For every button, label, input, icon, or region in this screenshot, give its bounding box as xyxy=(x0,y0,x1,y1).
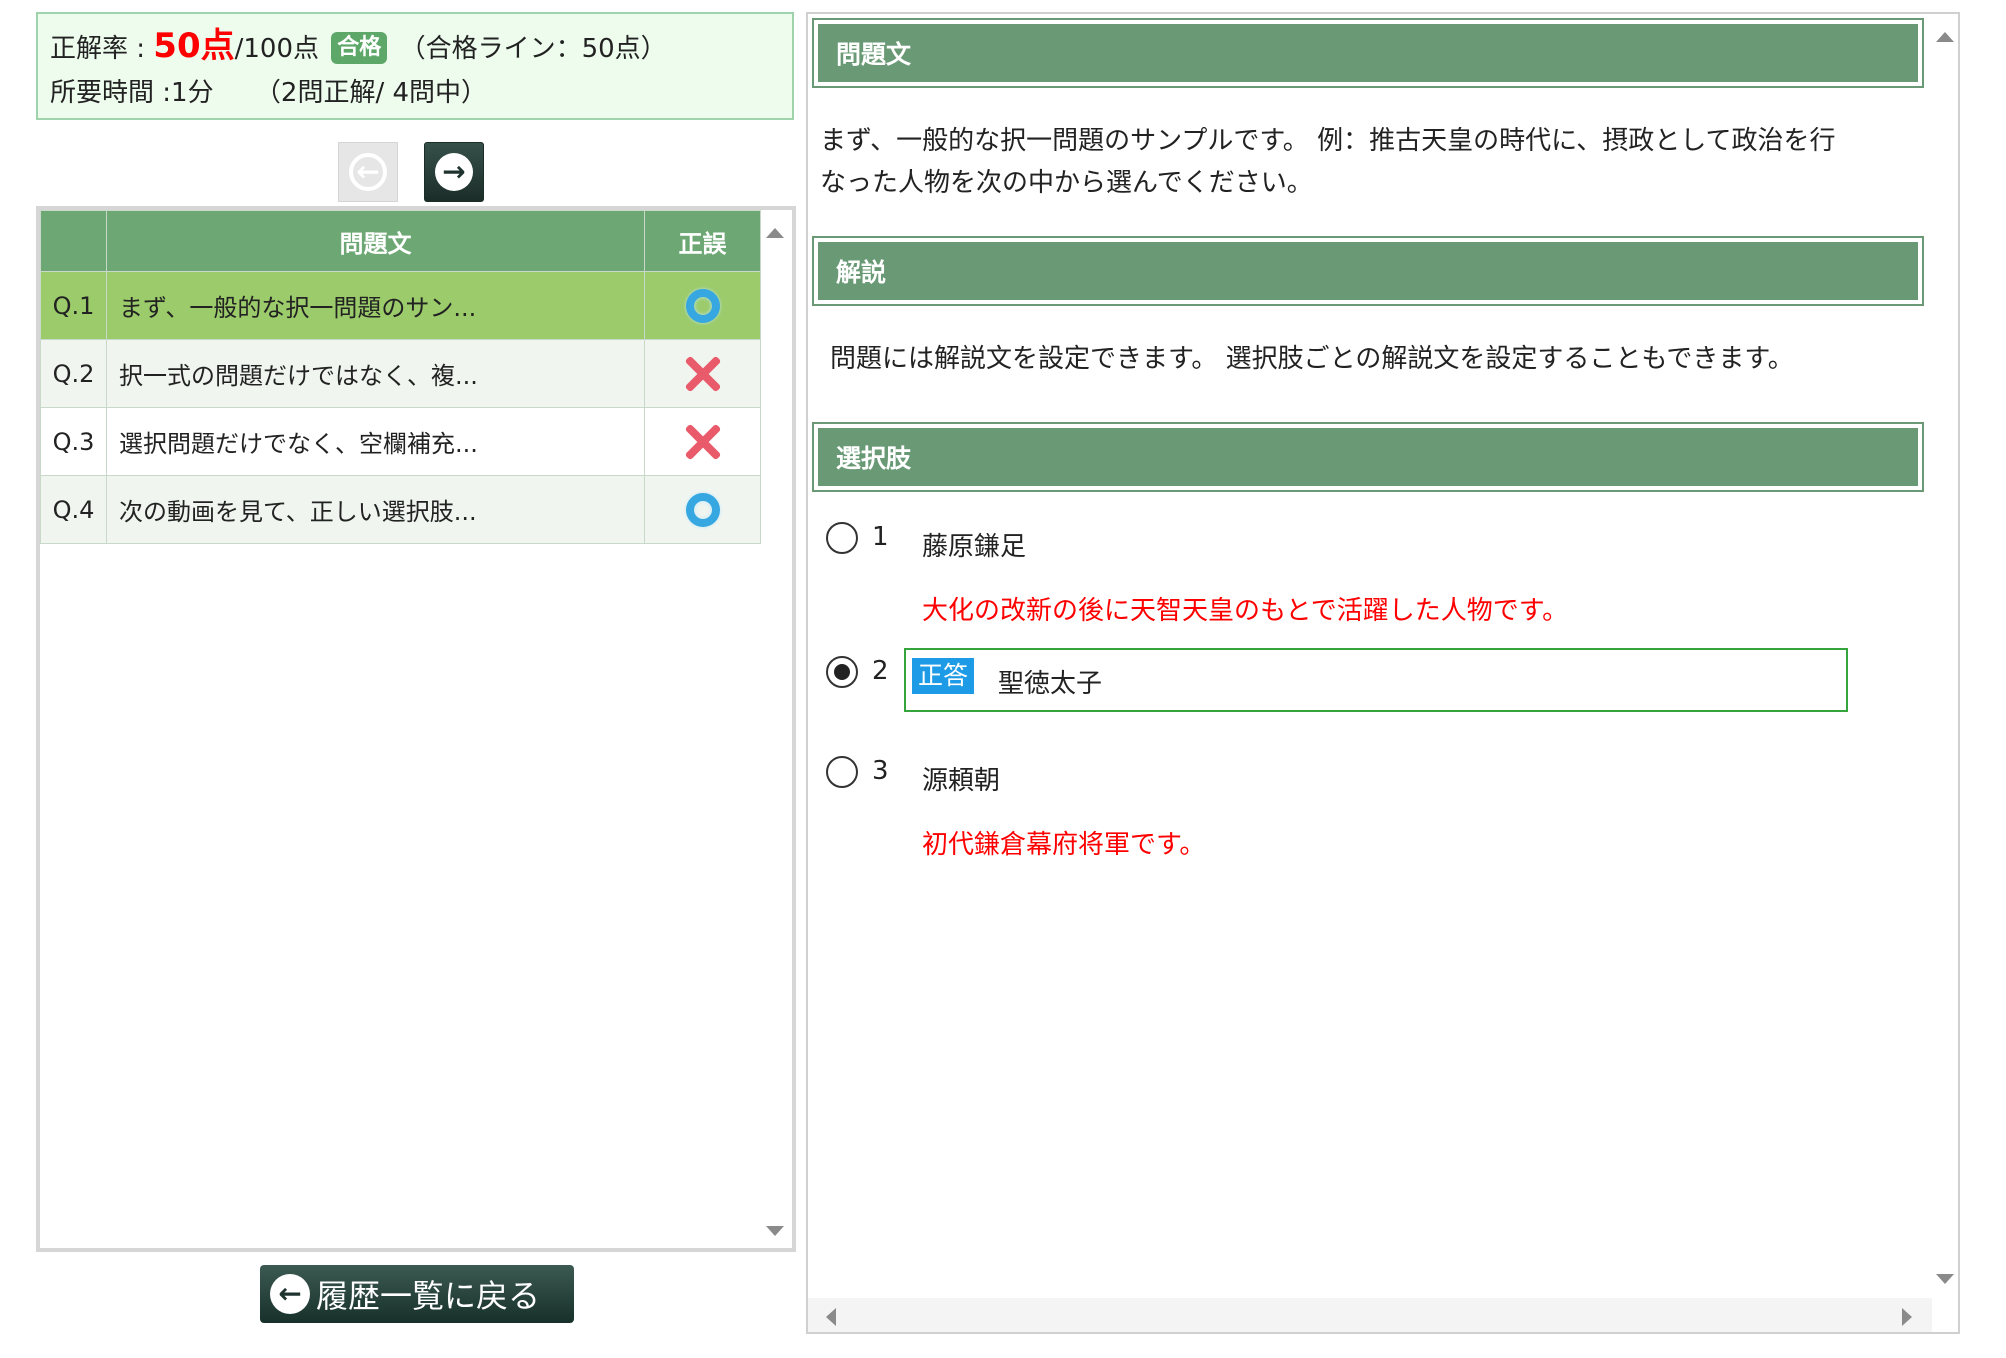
table-row[interactable]: Q.4 次の動画を見て、正しい選択肢... xyxy=(40,475,761,544)
scroll-down-arrow[interactable] xyxy=(766,1226,784,1236)
score-line: 正解率 : 50点/100点 合格 （合格ライン：50点） xyxy=(50,24,780,71)
horizontal-scrollbar[interactable] xyxy=(808,1298,1932,1332)
correct-answer-badge: 正答 xyxy=(912,658,975,694)
explanation-text: 問題には解説文を設定できます。 選択肢ごとの解説文を設定することもできます。 xyxy=(830,344,1794,374)
arrow-right-icon: → xyxy=(435,153,473,191)
result-cell xyxy=(644,271,761,340)
question-list-table: 問題文 正誤 Q.1 まず、一般的な択一問題のサン... Q.2 択一式の問題だ… xyxy=(40,210,761,544)
choice-number-3: 3 xyxy=(872,756,889,786)
question-number: Q.2 xyxy=(40,339,107,408)
question-text: まず、一般的な択一問題のサン... xyxy=(106,271,645,340)
question-detail-panel: 問題文 まず、一般的な択一問題のサンプルです。 例：推古天皇の時代に、摂政として… xyxy=(806,12,1960,1334)
choices-heading-label: 選択肢 xyxy=(818,428,1918,486)
choice-number-2: 2 xyxy=(872,656,889,686)
question-text: 選択問題だけでなく、空欄補充... xyxy=(106,407,645,476)
back-to-history-button[interactable]: ← 履歴一覧に戻る xyxy=(260,1265,574,1323)
scroll-left-arrow[interactable] xyxy=(826,1308,836,1326)
score-summary: 正解率 : 50点/100点 合格 （合格ライン：50点） 所要時間 :1分 （… xyxy=(36,12,794,120)
scroll-right-arrow[interactable] xyxy=(1902,1308,1912,1326)
choice-text-3: 源頼朝 xyxy=(922,766,1001,796)
header-result: 正誤 xyxy=(644,210,761,272)
time-line: 所要時間 :1分 （2問正解/ 4問中） xyxy=(50,71,780,115)
choice-radio-1[interactable] xyxy=(826,522,858,554)
question-list-panel: 問題文 正誤 Q.1 まず、一般的な択一問題のサン... Q.2 択一式の問題だ… xyxy=(36,206,796,1252)
question-text: 次の動画を見て、正しい選択肢... xyxy=(106,475,645,544)
score-rate-label: 正解率 : xyxy=(50,34,146,64)
choice-explanation-1: 大化の改新の後に天智天皇のもとで活躍した人物です。 xyxy=(922,596,1569,626)
correct-circle-icon xyxy=(685,492,720,527)
header-question-text: 問題文 xyxy=(106,210,645,272)
table-row[interactable]: Q.1 まず、一般的な択一問題のサン... xyxy=(40,271,761,340)
choice-radio-2[interactable] xyxy=(826,656,858,688)
question-body: まず、一般的な択一問題のサンプルです。 例：推古天皇の時代に、摂政として政治を行… xyxy=(820,120,1836,204)
question-number: Q.1 xyxy=(40,271,107,340)
correct-circle-icon xyxy=(685,288,720,323)
question-text-line-1: まず、一般的な択一問題のサンプルです。 例：推古天皇の時代に、摂政として政治を行 xyxy=(820,126,1836,156)
explanation-heading-label: 解説 xyxy=(818,242,1918,300)
choice-text-1: 藤原鎌足 xyxy=(922,532,1027,562)
choice-text-2: 聖徳太子 xyxy=(998,669,1103,699)
table-row[interactable]: Q.2 択一式の問題だけではなく、複... xyxy=(40,339,761,408)
question-number: Q.4 xyxy=(40,475,107,544)
scroll-up-arrow[interactable] xyxy=(1936,32,1954,42)
arrow-left-icon: ← xyxy=(270,1274,310,1314)
time-label: 所要時間 :1分 xyxy=(50,78,214,108)
arrow-left-icon: ← xyxy=(349,153,387,191)
incorrect-cross-icon xyxy=(684,423,722,461)
prev-question-button[interactable]: ← xyxy=(338,142,398,202)
question-text: 択一式の問題だけではなく、複... xyxy=(106,339,645,408)
scroll-down-arrow[interactable] xyxy=(1936,1274,1954,1284)
next-question-button[interactable]: → xyxy=(424,142,484,202)
choice-explanation-3: 初代鎌倉幕府将軍です。 xyxy=(922,830,1206,860)
correct-count: （2問正解/ 4問中） xyxy=(254,78,488,108)
choice-radio-3[interactable] xyxy=(826,756,858,788)
explanation-heading: 解説 xyxy=(812,236,1924,306)
header-no xyxy=(40,210,107,272)
result-cell xyxy=(644,339,761,408)
scroll-up-arrow[interactable] xyxy=(766,228,784,238)
correct-answer-box: 正答 聖徳太子 xyxy=(904,648,1848,712)
table-row[interactable]: Q.3 選択問題だけでなく、空欄補充... xyxy=(40,407,761,476)
choice-number-1: 1 xyxy=(872,522,889,552)
score-value: 50点 xyxy=(153,26,235,66)
question-text-line-2: なった人物を次の中から選んでください。 xyxy=(820,168,1313,198)
table-header-row: 問題文 正誤 xyxy=(40,210,761,272)
question-heading: 問題文 xyxy=(812,18,1924,88)
pass-badge: 合格 xyxy=(331,32,388,64)
choices-heading: 選択肢 xyxy=(812,422,1924,492)
incorrect-cross-icon xyxy=(684,355,722,393)
question-number: Q.3 xyxy=(40,407,107,476)
score-total: /100点 xyxy=(234,34,320,64)
pass-line: （合格ライン：50点） xyxy=(399,34,667,64)
result-cell xyxy=(644,475,761,544)
back-button-label: 履歴一覧に戻る xyxy=(316,1277,541,1315)
question-heading-label: 問題文 xyxy=(818,24,1918,82)
result-cell xyxy=(644,407,761,476)
